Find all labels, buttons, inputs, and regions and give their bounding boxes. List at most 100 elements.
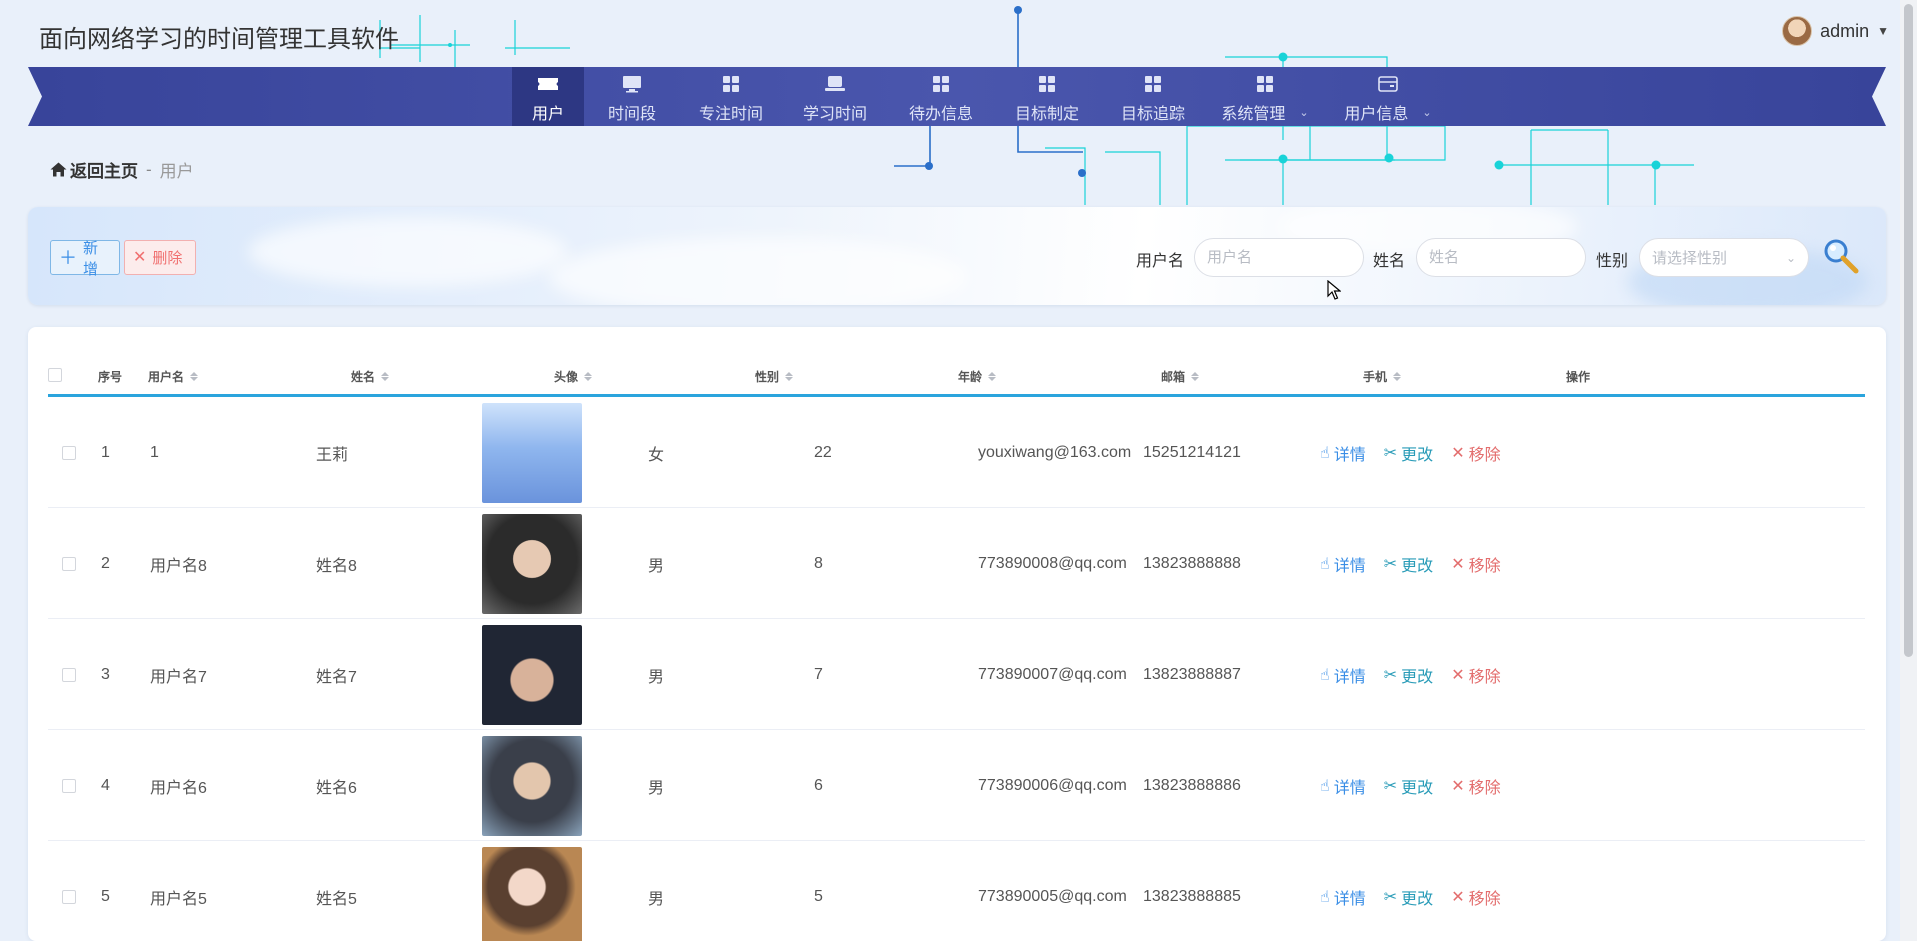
user-photo[interactable] (482, 513, 582, 614)
sort-icon[interactable] (1393, 372, 1402, 381)
cell-index: 3 (101, 665, 110, 683)
nav-item-8[interactable]: 用户信息 ⌄ (1324, 67, 1452, 126)
cell-gender: 男 (648, 779, 665, 797)
remove-button[interactable]: ✕ 移除 (1451, 663, 1500, 687)
username-search-input[interactable] (1194, 238, 1364, 277)
detail-button-label: 详情 (1333, 779, 1366, 797)
column-header-photo[interactable]: 头像 (554, 368, 593, 385)
delete-button[interactable]: ✕ 删除 (124, 240, 196, 275)
detail-button[interactable]: ☝ 详情 (1320, 441, 1366, 465)
table-header: 序号 用户名 姓名 头像 性别 年龄 邮箱 手机 操作 (48, 351, 1865, 397)
sort-icon[interactable] (190, 372, 199, 381)
breadcrumb-home[interactable]: 返回主页 (50, 157, 138, 182)
sort-icon[interactable] (584, 372, 593, 381)
nav-item-7[interactable]: 系统管理 ⌄ (1206, 67, 1324, 126)
nav-item-label: 待办信息 (908, 106, 973, 123)
user-menu[interactable]: admin ▼ (1782, 16, 1889, 46)
cell-photo (482, 619, 582, 730)
cell-gender: 男 (648, 557, 665, 575)
column-header-username[interactable]: 用户名 (148, 368, 199, 385)
edit-button[interactable]: ✂ 更改 (1384, 885, 1433, 909)
nav-item-3[interactable]: 学习时间 (782, 67, 888, 126)
scissors-icon: ✂ (1383, 444, 1398, 462)
scissors-icon: ✂ (1383, 777, 1398, 795)
nav-item-label: 用户信息 (1344, 106, 1409, 123)
row-checkbox[interactable] (62, 730, 76, 841)
cell-username: 用户名5 (150, 890, 207, 908)
user-photo[interactable] (482, 846, 582, 941)
nav-item-label: 学习时间 (802, 106, 867, 123)
remove-button[interactable]: ✕ 移除 (1451, 885, 1500, 909)
username-filter-label: 用户名 (1136, 253, 1185, 270)
scrollbar-thumb[interactable] (1904, 4, 1913, 657)
gender-select[interactable]: 请选择性别 ⌄ (1639, 238, 1809, 277)
sort-icon[interactable] (1191, 372, 1200, 381)
row-checkbox[interactable] (62, 841, 76, 941)
nav-item-2[interactable]: 专注时间 (680, 67, 782, 126)
cell-phone: 13823888886 (1143, 776, 1241, 794)
pointer-icon: ☝ (1320, 666, 1330, 684)
row-checkbox[interactable] (62, 619, 76, 730)
nav-item-1[interactable]: 时间段 (584, 67, 680, 126)
close-icon: ✕ (1451, 777, 1465, 795)
detail-button[interactable]: ☝ 详情 (1320, 774, 1366, 798)
sort-icon[interactable] (988, 372, 997, 381)
cell-email: 773890006@qq.com (978, 776, 1127, 794)
name-search-input[interactable] (1416, 238, 1586, 277)
remove-button[interactable]: ✕ 移除 (1451, 552, 1500, 576)
column-header-email[interactable]: 邮箱 (1161, 368, 1200, 385)
cell-actions: ☝ 详情 ✂ 更改 ✕ 移除 (1320, 841, 1501, 941)
add-button[interactable]: ＋ 新增 (50, 240, 120, 278)
search-icon[interactable] (1821, 236, 1861, 276)
checkbox[interactable] (62, 445, 76, 460)
table-row: 5 用户名5 姓名5 男 5 773890005@qq.com 13823888885 ☝ 详情… (48, 841, 1865, 941)
cell-email: youxiwang@163.com (978, 443, 1132, 461)
nav-item-5[interactable]: 目标制定 (994, 67, 1100, 126)
edit-button[interactable]: ✂ 更改 (1384, 441, 1433, 465)
checkbox[interactable] (62, 778, 76, 793)
column-header-phone[interactable]: 手机 (1363, 368, 1402, 385)
column-header-name[interactable]: 姓名 (351, 368, 390, 385)
user-photo[interactable] (482, 402, 582, 503)
nav-item-label: 目标制定 (1014, 106, 1079, 123)
cell-actions: ☝ 详情 ✂ 更改 ✕ 移除 (1320, 508, 1501, 619)
cell-phone: 13823888887 (1143, 665, 1241, 683)
detail-button[interactable]: ☝ 详情 (1320, 552, 1366, 576)
nav-item-6[interactable]: 目标追踪 (1100, 67, 1206, 126)
edit-button[interactable]: ✂ 更改 (1384, 774, 1433, 798)
column-header-gender[interactable]: 性别 (755, 368, 794, 385)
checkbox[interactable] (62, 667, 76, 682)
page-scrollbar[interactable] (1900, 0, 1917, 941)
edit-button[interactable]: ✂ 更改 (1384, 552, 1433, 576)
mouse-cursor-icon (1327, 280, 1341, 300)
column-header-age[interactable]: 年龄 (958, 368, 997, 385)
nav-item-label: 用户 (531, 106, 564, 123)
user-photo[interactable] (482, 624, 582, 725)
detail-button-label: 详情 (1333, 446, 1366, 464)
nav-item-label: 时间段 (607, 106, 656, 123)
remove-button[interactable]: ✕ 移除 (1451, 774, 1500, 798)
remove-button-label: 移除 (1468, 557, 1501, 575)
edit-button-label: 更改 (1401, 668, 1434, 686)
row-checkbox[interactable] (62, 508, 76, 619)
gender-select-placeholder: 请选择性别 (1652, 250, 1728, 267)
edit-button[interactable]: ✂ 更改 (1384, 663, 1433, 687)
chevron-down-icon: ⌄ (1299, 106, 1309, 119)
detail-button[interactable]: ☝ 详情 (1320, 663, 1366, 687)
checkbox[interactable] (62, 889, 76, 904)
edit-button-label: 更改 (1401, 890, 1434, 908)
card-icon (1377, 74, 1399, 94)
pointer-icon: ☝ (1320, 444, 1330, 462)
user-photo[interactable] (482, 735, 582, 836)
row-checkbox[interactable] (62, 397, 76, 508)
nav-item-0[interactable]: 用户 (512, 67, 584, 126)
sort-icon[interactable] (785, 372, 794, 381)
select-all-checkbox[interactable] (48, 368, 62, 382)
detail-button[interactable]: ☝ 详情 (1320, 885, 1366, 909)
checkbox[interactable] (62, 556, 76, 571)
sort-icon[interactable] (381, 372, 390, 381)
nav-item-4[interactable]: 待办信息 (888, 67, 994, 126)
remove-button[interactable]: ✕ 移除 (1451, 441, 1500, 465)
cell-age: 6 (814, 776, 823, 794)
chevron-down-icon: ⌄ (1422, 106, 1432, 119)
